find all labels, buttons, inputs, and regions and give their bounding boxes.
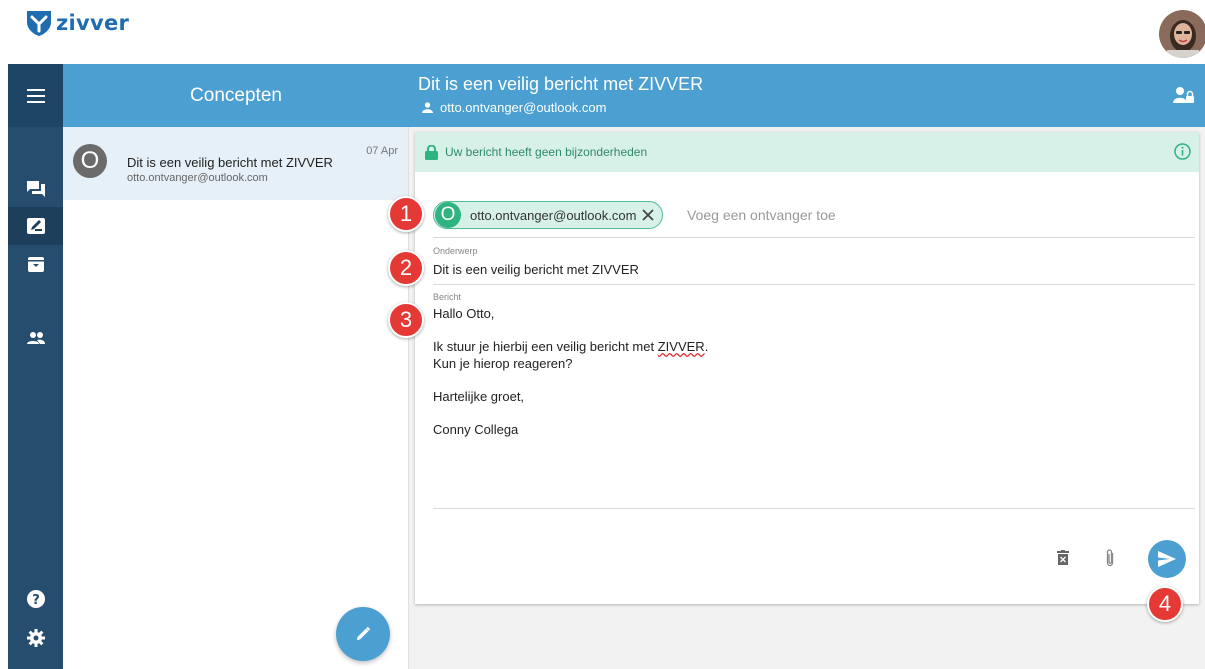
send-icon (1158, 551, 1176, 567)
delete-draft-button[interactable] (1057, 550, 1069, 570)
drafts-list-panel: Concepten O Dit is een veilig bericht me… (63, 64, 409, 669)
body-label: Bericht (433, 292, 462, 302)
nav-archive[interactable] (8, 245, 63, 283)
draft-icon (26, 218, 45, 234)
secure-contact-button[interactable] (1173, 85, 1195, 110)
recipient-chip[interactable]: O otto.ontvanger@outlook.com (433, 201, 664, 229)
hamburger-icon (26, 88, 45, 103)
compose-actions (415, 532, 1199, 582)
archive-icon (27, 257, 44, 272)
people-icon (26, 332, 45, 344)
body-line: Kun je hierop reageren? (433, 356, 573, 371)
logo-text: zivver (56, 11, 130, 35)
banner-text: Uw bericht heeft geen bijzonderheden (445, 145, 648, 159)
help-icon: ? (26, 590, 45, 608)
lock-icon (425, 144, 438, 160)
chat-icon (26, 181, 45, 197)
nav-help[interactable]: ? (8, 580, 63, 618)
message-title: Dit is een veilig bericht met ZIVVER (418, 74, 704, 94)
callout-1: 1 (388, 196, 424, 232)
list-item[interactable]: O Dit is een veilig bericht met ZIVVER o… (63, 127, 408, 200)
body-line: Conny Collega (433, 422, 519, 437)
top-bar: zivver (0, 0, 1205, 64)
recipient-chip-avatar: O (435, 202, 461, 228)
callout-3: 3 (388, 302, 424, 338)
list-title: Concepten (190, 84, 282, 106)
message-body[interactable]: Hallo Otto, Ik stuur je hierbij een veil… (433, 305, 708, 438)
recipients-field[interactable]: O otto.ontvanger@outlook.com Voeg een on… (433, 198, 1195, 238)
compose-button[interactable] (336, 607, 390, 661)
gear-icon (26, 629, 45, 647)
body-line: Hallo Otto, (433, 306, 495, 321)
attach-button[interactable] (1105, 548, 1115, 573)
message-area: Dit is een veilig bericht met ZIVVER ott… (409, 64, 1205, 669)
nav-contacts[interactable] (8, 319, 63, 357)
nav-settings[interactable] (8, 619, 63, 657)
status-banner: Uw bericht heeft geen bijzonderheden (415, 132, 1199, 172)
person-icon (422, 102, 433, 113)
subject-label: Onderwerp (433, 246, 478, 256)
list-item-avatar: O (73, 144, 107, 178)
message-recipient-email: otto.ontvanger@outlook.com (440, 100, 607, 115)
compose-card: Uw bericht heeft geen bijzonderheden O o… (415, 132, 1199, 604)
zivver-shield-icon (27, 11, 51, 36)
callout-4: 4 (1147, 586, 1183, 622)
spellcheck-word: ZIVVER (657, 339, 705, 354)
recipient-chip-email: otto.ontvanger@outlook.com (470, 207, 637, 223)
body-line: Ik stuur je hierbij een veilig bericht m… (433, 339, 709, 354)
svg-text:?: ? (32, 593, 40, 608)
pencil-icon (357, 626, 371, 640)
list-header: Concepten (63, 64, 409, 127)
user-avatar[interactable] (1159, 10, 1205, 58)
paperclip-icon (1106, 549, 1114, 567)
list-item-date: 07 Apr (366, 145, 398, 157)
message-body-field[interactable]: Bericht Hallo Otto, Ik stuur je hierbij … (433, 292, 1195, 509)
avatar-photo (1159, 10, 1205, 58)
info-icon[interactable] (1174, 143, 1191, 160)
message-recipient: otto.ontvanger@outlook.com (422, 100, 606, 115)
body-line: Hartelijke groet, (433, 389, 525, 404)
list-item-email: otto.ontvanger@outlook.com (127, 172, 268, 184)
zivver-logo[interactable]: zivver (26, 9, 129, 37)
nav-rail: ? (8, 64, 63, 669)
remove-recipient-icon[interactable] (640, 207, 656, 223)
list-item-subject: Dit is een veilig bericht met ZIVVER (127, 155, 333, 170)
send-button[interactable] (1148, 540, 1186, 578)
add-recipient-input[interactable]: Voeg een ontvanger toe (687, 207, 836, 223)
trash-icon (1057, 550, 1069, 565)
message-header: Dit is een veilig bericht met ZIVVER ott… (409, 64, 1205, 127)
nav-drafts[interactable] (8, 207, 63, 245)
menu-button[interactable] (8, 64, 63, 127)
subject-field[interactable]: Onderwerp Dit is een veilig bericht met … (433, 242, 1195, 285)
callout-2: 2 (388, 250, 424, 286)
person-lock-icon (1173, 87, 1194, 103)
subject-input[interactable]: Dit is een veilig bericht met ZIVVER (433, 262, 639, 277)
nav-inbox[interactable] (8, 169, 63, 207)
